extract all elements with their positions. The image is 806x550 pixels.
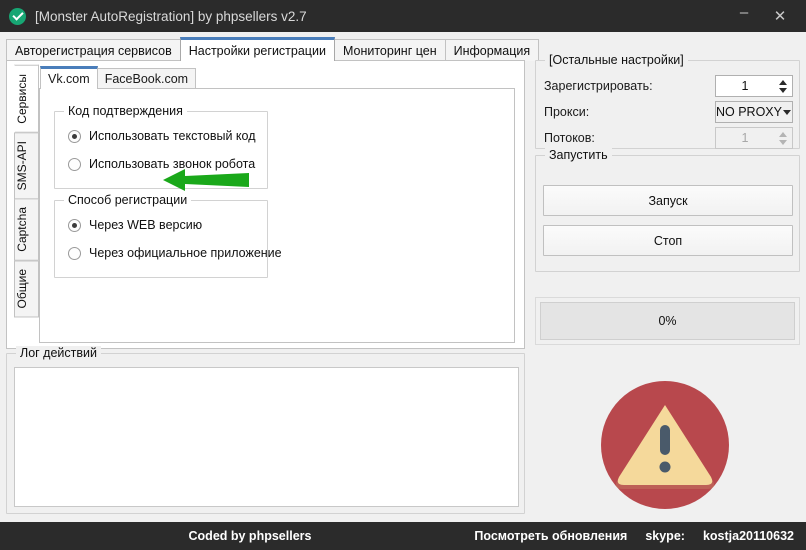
registration-method-group: Способ регистрации Через WEB версию Чере… xyxy=(54,193,282,278)
stepper-up-icon[interactable] xyxy=(779,79,787,85)
status-credit: Coded by phpsellers xyxy=(188,529,312,543)
vtab-obshchie[interactable]: Общие xyxy=(14,259,39,318)
minimize-button[interactable]: – xyxy=(726,0,762,32)
vtab-sms-api[interactable]: SMS-API xyxy=(14,131,39,200)
confirmation-code-group: Код подтверждения Использовать текстовый… xyxy=(54,104,268,189)
proxy-select[interactable]: NO PROXY xyxy=(715,101,793,123)
vtab-captcha[interactable]: Captcha xyxy=(14,198,39,261)
green-check-circle-icon xyxy=(9,7,26,25)
stop-button[interactable]: Стоп xyxy=(543,225,793,256)
skype-label: skype: xyxy=(645,529,685,543)
tab-facebook-com[interactable]: FaceBook.com xyxy=(96,68,197,89)
tab-autoregistration-services[interactable]: Авторегистрация сервисов xyxy=(6,39,181,61)
skype-value[interactable]: kostja20110632 xyxy=(703,529,794,543)
tab-registration-settings[interactable]: Настройки регистрации xyxy=(179,37,335,61)
radio-use-robot-call-label: Использовать звонок робота xyxy=(89,157,256,171)
confirmation-code-group-title: Код подтверждения xyxy=(64,104,187,118)
vertical-tab-strip: Общие Captcha SMS-API Сервисы xyxy=(14,65,39,318)
registration-settings-panel: Общие Captcha SMS-API Сервисы Vk.com Fac… xyxy=(6,60,525,349)
radio-via-official-app[interactable]: Через официальное приложение xyxy=(68,242,282,264)
register-count-row: Зарегистрировать: 1 xyxy=(544,75,793,97)
registration-method-group-title: Способ регистрации xyxy=(64,193,192,207)
tab-price-monitoring[interactable]: Мониторинг цен xyxy=(333,39,446,61)
other-settings-group: [Остальные настройки] Зарегистрировать: … xyxy=(535,53,800,149)
window-controls: – ✕ xyxy=(726,0,806,32)
action-log-group-title: Лог действий xyxy=(16,346,101,360)
radio-via-web-version-label: Через WEB версию xyxy=(89,218,203,232)
threads-label: Потоков: xyxy=(544,131,595,145)
tab-vk-com[interactable]: Vk.com xyxy=(40,66,98,89)
service-tab-strip: Vk.com FaceBook.com xyxy=(39,66,515,89)
other-settings-group-title: [Остальные настройки] xyxy=(545,53,688,67)
progress-bar-label: 0% xyxy=(540,302,795,340)
radio-use-text-code[interactable]: Использовать текстовый код xyxy=(68,125,267,147)
radio-via-web-version[interactable]: Через WEB версию xyxy=(68,214,267,236)
status-bar: Coded by phpsellers Посмотреть обновлени… xyxy=(0,522,806,550)
register-count-label: Зарегистрировать: xyxy=(544,79,653,93)
proxy-row: Прокси: NO PROXY xyxy=(544,101,793,123)
radio-button-indicator xyxy=(68,157,81,171)
proxy-selected-value: NO PROXY xyxy=(716,105,782,119)
threads-value: 1 xyxy=(741,131,749,145)
title-bar: [Monster AutoRegistration] by phpsellers… xyxy=(0,0,806,32)
warning-triangle-icon xyxy=(601,381,729,509)
vk-com-page: Код подтверждения Использовать текстовый… xyxy=(39,88,515,343)
start-button[interactable]: Запуск xyxy=(543,185,793,216)
register-count-value: 1 xyxy=(741,79,749,93)
proxy-label: Прокси: xyxy=(544,105,590,119)
action-log-group: Лог действий xyxy=(6,346,525,514)
close-button[interactable]: ✕ xyxy=(762,0,798,32)
run-group-title: Запустить xyxy=(545,148,612,162)
progress-bar: 0% xyxy=(535,297,800,345)
radio-via-official-app-label: Через официальное приложение xyxy=(89,246,282,260)
action-log-textarea[interactable] xyxy=(14,367,519,507)
radio-button-indicator xyxy=(68,218,81,232)
stepper-down-icon[interactable] xyxy=(779,87,787,93)
window-title: [Monster AutoRegistration] by phpsellers… xyxy=(35,8,307,24)
service-settings-area: Vk.com FaceBook.com Код подтверждения Ис… xyxy=(39,66,515,344)
stepper-arrows-icon[interactable] xyxy=(774,76,792,96)
status-right-group: Посмотреть обновления skype: kostja20110… xyxy=(474,522,794,550)
stepper-arrows-icon xyxy=(774,128,792,148)
view-updates-link[interactable]: Посмотреть обновления xyxy=(474,529,627,543)
threads-row: Потоков: 1 xyxy=(544,127,793,149)
tab-information[interactable]: Информация xyxy=(444,39,540,61)
register-count-stepper[interactable]: 1 xyxy=(715,75,793,97)
radio-use-robot-call[interactable]: Использовать звонок робота xyxy=(68,153,267,175)
stepper-down-icon xyxy=(779,139,787,145)
radio-button-indicator xyxy=(68,246,81,260)
radio-button-indicator xyxy=(68,129,81,143)
application-window: [Monster AutoRegistration] by phpsellers… xyxy=(0,0,806,550)
stepper-up-icon xyxy=(779,131,787,137)
run-group: Запустить Запуск Стоп xyxy=(535,148,800,272)
main-tab-strip: Авторегистрация сервисов Настройки регис… xyxy=(6,37,540,61)
radio-use-text-code-label: Использовать текстовый код xyxy=(89,129,256,143)
vtab-servisy[interactable]: Сервисы xyxy=(14,65,39,133)
chevron-down-icon[interactable] xyxy=(782,109,792,115)
threads-stepper: 1 xyxy=(715,127,793,149)
